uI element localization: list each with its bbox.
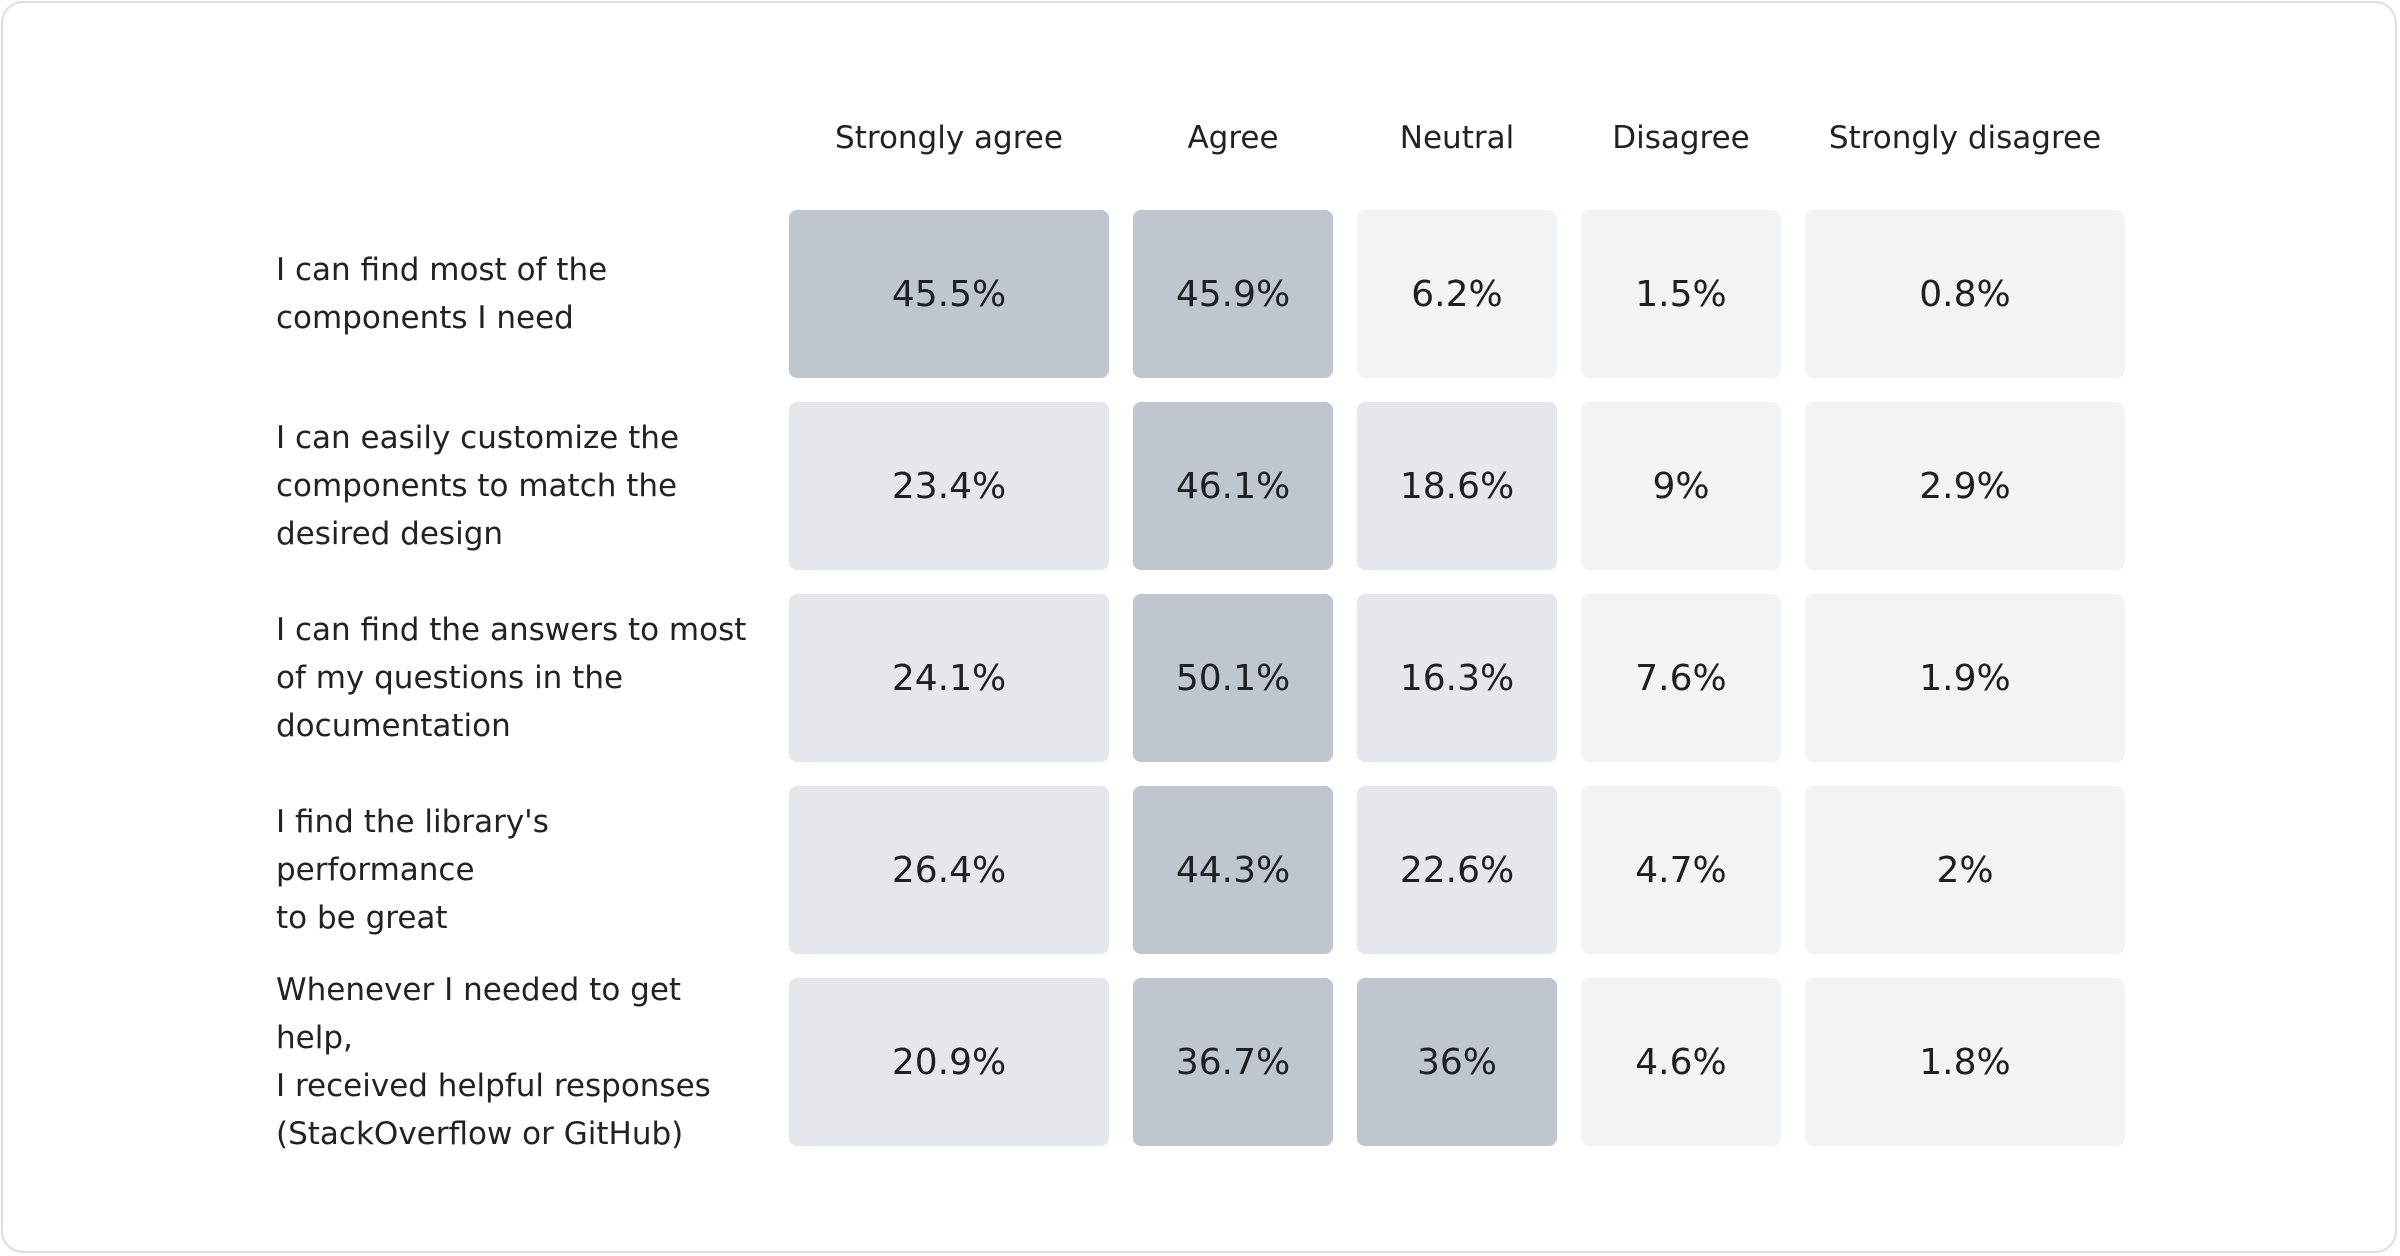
cell-value-label: 9% [1652,465,1710,507]
heatmap-cell-neutral: 16.3% [1357,594,1557,762]
cell-value-label: 1.8% [1919,1041,2011,1083]
row-label: I can find the answers to most of my que… [276,594,756,762]
heatmap-cell-disagree: 1.5% [1581,210,1781,378]
heatmap-cell-strongly-agree: 20.9% [789,978,1109,1146]
row-label-text: I can find most of the components I need [276,252,608,336]
heatmap-cell-strongly-agree: 23.4% [789,402,1109,570]
heatmap-cell-neutral: 36% [1357,978,1557,1146]
heatmap-cell-strongly-disagree: 2% [1805,786,2125,954]
heatmap-cell-agree: 36.7% [1133,978,1333,1146]
heatmap-cell-agree: 50.1% [1133,594,1333,762]
heatmap-cell-agree: 44.3% [1133,786,1333,954]
heatmap-cell-strongly-agree: 45.5% [789,210,1109,378]
column-header-agree: Agree [1187,120,1279,156]
heatmap-cell-strongly-disagree: 1.8% [1805,978,2125,1146]
row-label: I can easily customize the components to… [276,402,756,570]
heatmap-cell-strongly-disagree: 0.8% [1805,210,2125,378]
heatmap-cell-agree: 46.1% [1133,402,1333,570]
cell-value-label: 18.6% [1399,465,1515,507]
heatmap-cell-neutral: 18.6% [1357,402,1557,570]
cell-value-label: 45.5% [891,273,1007,315]
cell-value-label: 26.4% [891,849,1007,891]
cell-value-label: 36.7% [1175,1041,1291,1083]
heatmap-cell-strongly-agree: 26.4% [789,786,1109,954]
heatmap-cell-agree: 45.9% [1133,210,1333,378]
heatmap-cell-disagree: 4.6% [1581,978,1781,1146]
row-label-text: I can easily customize the components to… [276,420,680,552]
column-header-disagree: Disagree [1612,120,1750,156]
cell-value-label: 4.6% [1635,1041,1727,1083]
cell-value-label: 1.9% [1919,657,2011,699]
cell-value-label: 44.3% [1175,849,1291,891]
row-label: I find the library's performance to be g… [276,786,756,954]
row-label: I can find most of the components I need [276,210,756,378]
column-header-strongly-agree: Strongly agree [835,120,1063,156]
cell-value-label: 7.6% [1635,657,1727,699]
heatmap-cell-strongly-agree: 24.1% [789,594,1109,762]
heatmap-cell-neutral: 6.2% [1357,210,1557,378]
heatmap-cell-disagree: 4.7% [1581,786,1781,954]
cell-value-label: 46.1% [1175,465,1291,507]
heatmap-cell-strongly-disagree: 1.9% [1805,594,2125,762]
cell-value-label: 1.5% [1635,273,1727,315]
heatmap-cell-disagree: 7.6% [1581,594,1781,762]
row-label-text: I can find the answers to most of my que… [276,612,747,744]
cell-value-label: 20.9% [891,1041,1007,1083]
row-label-text: Whenever I needed to get help, I receive… [276,972,711,1152]
row-label: Whenever I needed to get help, I receive… [276,972,756,1152]
cell-value-label: 2% [1936,849,1994,891]
cell-value-label: 50.1% [1175,657,1291,699]
heatmap-cell-neutral: 22.6% [1357,786,1557,954]
cell-value-label: 4.7% [1635,849,1727,891]
cell-value-label: 36% [1416,1041,1497,1083]
cell-value-label: 0.8% [1919,273,2011,315]
heatmap-cell-strongly-disagree: 2.9% [1805,402,2125,570]
cell-value-label: 6.2% [1411,273,1503,315]
heatmap-cell-disagree: 9% [1581,402,1781,570]
cell-value-label: 23.4% [891,465,1007,507]
column-header-neutral: Neutral [1399,120,1515,156]
cell-value-label: 22.6% [1399,849,1515,891]
cell-value-label: 45.9% [1175,273,1291,315]
column-header-strongly-disagree: Strongly disagree [1828,120,2102,156]
cell-value-label: 16.3% [1399,657,1515,699]
cell-value-label: 24.1% [891,657,1007,699]
cell-value-label: 2.9% [1919,465,2011,507]
row-label-text: I find the library's performance to be g… [276,804,549,936]
